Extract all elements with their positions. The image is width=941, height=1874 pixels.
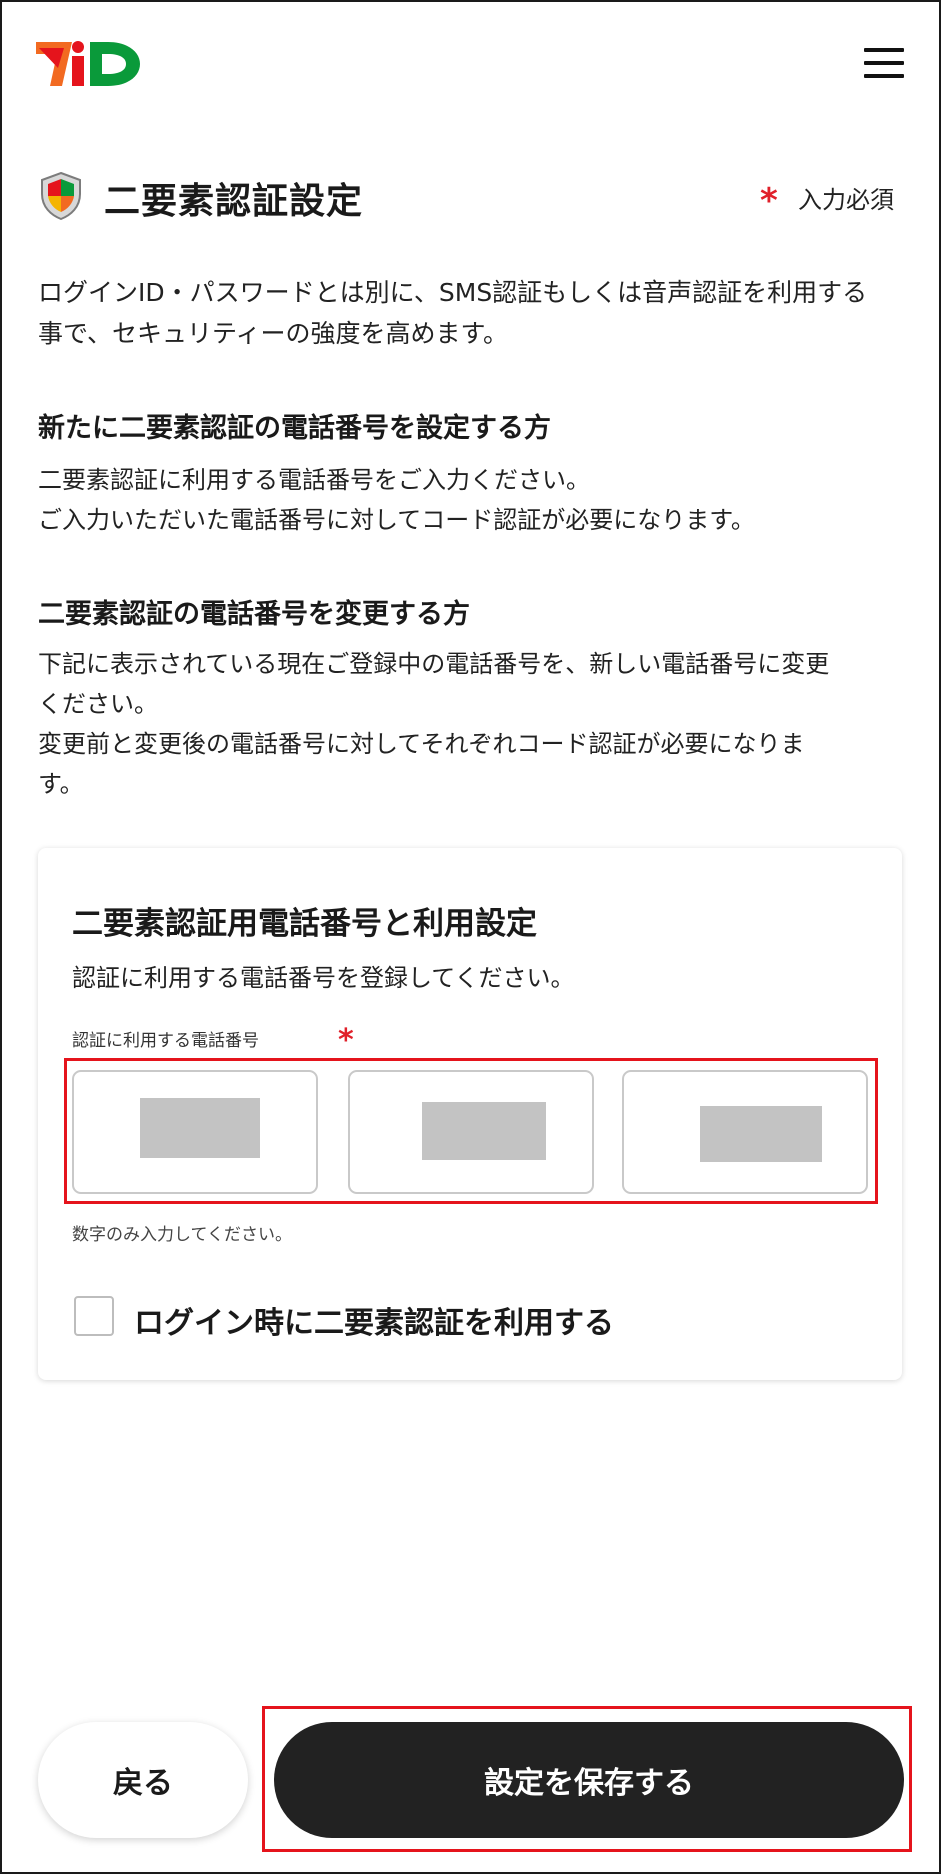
page-title: 二要素認証設定 bbox=[104, 181, 364, 222]
section-change-body: 下記に表示されている現在ご登録中の電話番号を、新しい電話番号に変更 ください。 … bbox=[38, 650, 830, 798]
section-new-body: 二要素認証に利用する電話番号をご入力ください。 ご入力いただいた電話番号に対して… bbox=[38, 466, 755, 534]
section-change-title: 二要素認証の電話番号を変更する方 bbox=[38, 599, 470, 630]
card-title: 二要素認証用電話番号と利用設定 bbox=[72, 906, 537, 942]
section-new-title: 新たに二要素認証の電話番号を設定する方 bbox=[38, 413, 551, 444]
save-button-highlight-box bbox=[262, 1706, 912, 1852]
card-subtitle: 認証に利用する電話番号を登録してください。 bbox=[72, 964, 575, 992]
shield-icon bbox=[41, 172, 81, 220]
back-button[interactable]: 戻る bbox=[38, 1722, 248, 1838]
hamburger-menu-icon[interactable] bbox=[864, 46, 904, 80]
phone-field-label: 認証に利用する電話番号 bbox=[72, 1031, 259, 1051]
two-factor-login-checkbox[interactable] bbox=[74, 1296, 114, 1336]
phone-settings-card: 二要素認証用電話番号と利用設定 認証に利用する電話番号を登録してください。 認証… bbox=[38, 848, 902, 1380]
two-factor-login-checkbox-label[interactable]: ログイン時に二要素認証を利用する bbox=[134, 1298, 614, 1342]
seven-id-logo[interactable] bbox=[36, 36, 142, 92]
required-asterisk: * bbox=[760, 181, 778, 221]
intro-text: ログインID・パスワードとは別に、SMS認証もしくは音声認証を利用する 事で、セ… bbox=[38, 278, 868, 348]
phone-input-hint: 数字のみ入力してください。 bbox=[72, 1225, 292, 1245]
phone-field-required-asterisk: * bbox=[338, 1023, 354, 1058]
phone-inputs-highlight-box bbox=[64, 1058, 878, 1204]
required-legend: 入力必須 bbox=[798, 186, 894, 214]
